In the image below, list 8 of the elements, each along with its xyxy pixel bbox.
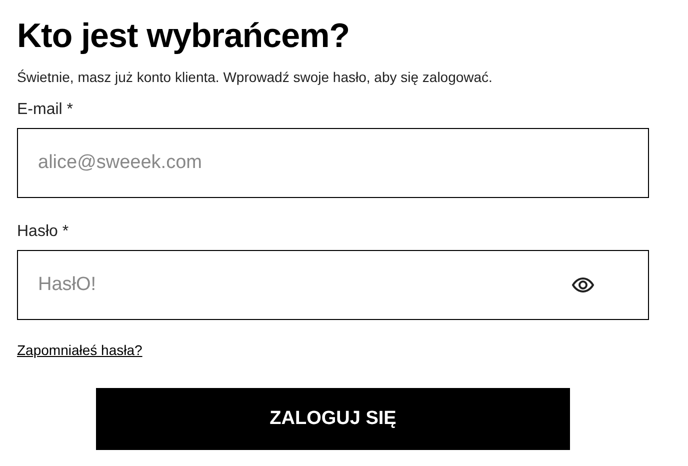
field-label: Hasło * xyxy=(17,222,69,242)
login-button[interactable]: ZALOGUJ SIĘ xyxy=(96,388,570,450)
field-label: E-mail * xyxy=(17,100,74,120)
forgot-password-link[interactable]: Zapomniałeś hasła? xyxy=(17,342,142,358)
password-field[interactable]: HasłO! xyxy=(17,250,649,320)
page-title: Kto jest wybrańcem? xyxy=(17,16,350,57)
subtitle: Świetnie, masz już konto klienta. Wprowadź swoje hasło, aby się zalogować. xyxy=(17,68,494,86)
email-field[interactable]: alice@sweeek.com xyxy=(17,128,649,198)
